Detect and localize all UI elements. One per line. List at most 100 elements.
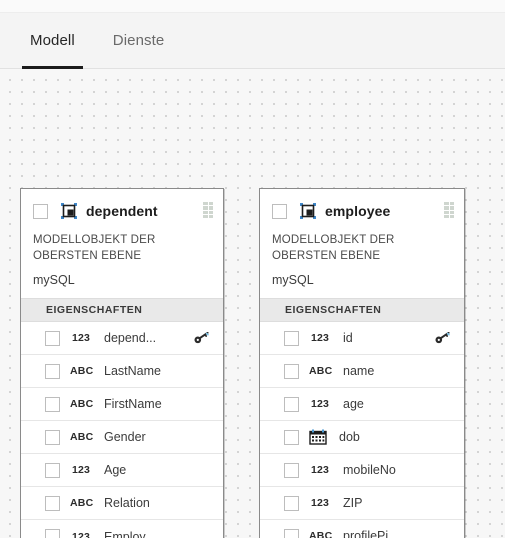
property-name: depend... — [104, 331, 157, 345]
card-drag-handle[interactable] — [444, 202, 454, 218]
model-object-icon — [61, 203, 77, 219]
primary-key-icon — [194, 332, 209, 344]
property-row[interactable]: ABC name — [260, 355, 464, 388]
entity-card-employee[interactable]: employee MODELLOBJEKT DER OBERSTEN EBENE m… — [259, 188, 465, 538]
property-list: 123 depend... ABC LastName ABC FirstName ABC Ge… — [21, 322, 223, 538]
window-top-strip — [0, 0, 505, 13]
drag-handle-dot — [208, 206, 213, 210]
property-row[interactable]: ABC FirstName — [21, 388, 223, 421]
property-name: FirstName — [104, 397, 162, 411]
property-list: 123 id ABC name 123 age dob 123 mobileNo 123 ZIP AB… — [260, 322, 464, 538]
drag-handle-dot — [444, 210, 449, 214]
card-title: employee — [325, 203, 391, 219]
property-row[interactable]: ABC Relation — [21, 487, 223, 520]
property-checkbox[interactable] — [45, 462, 60, 478]
property-name: Gender — [104, 430, 146, 444]
property-name: Employ... — [104, 529, 156, 539]
property-row[interactable]: 123 ZIP — [260, 487, 464, 520]
property-row[interactable]: 123 age — [260, 388, 464, 421]
model-canvas[interactable]: dependent MODELLOBJEKT DER OBERSTEN EBENE… — [0, 69, 505, 538]
property-name: id — [343, 331, 353, 345]
property-checkbox[interactable] — [284, 462, 299, 478]
property-name: mobileNo — [343, 463, 396, 477]
properties-section-header: EIGENSCHAFTEN — [21, 298, 223, 322]
property-name: dob — [339, 430, 360, 444]
text-type-icon: ABC — [70, 365, 94, 377]
property-name: name — [343, 364, 375, 378]
property-name: profilePi... — [343, 529, 399, 538]
card-title-row: employee — [272, 199, 452, 223]
drag-handle-dot — [449, 214, 454, 218]
card-header: employee MODELLOBJEKT DER OBERSTEN EBENE m… — [260, 189, 464, 298]
property-checkbox[interactable] — [284, 363, 299, 379]
property-name: Relation — [104, 496, 150, 510]
property-row[interactable]: 123 mobileNo — [260, 454, 464, 487]
property-checkbox[interactable] — [45, 429, 60, 445]
tab-dienste[interactable]: Dienste — [105, 13, 173, 69]
drag-handle-dot — [203, 202, 208, 206]
tab-bar: Modell Dienste — [0, 13, 505, 69]
property-checkbox[interactable] — [45, 529, 60, 538]
card-title-row: dependent — [33, 199, 211, 223]
property-row[interactable]: dob — [260, 421, 464, 454]
property-name: ZIP — [343, 496, 363, 510]
tab-modell-label: Modell — [30, 32, 75, 49]
property-checkbox[interactable] — [284, 528, 299, 538]
property-name: age — [343, 397, 364, 411]
property-checkbox[interactable] — [45, 495, 60, 511]
card-subtitle: MODELLOBJEKT DER OBERSTEN EBENE — [272, 234, 395, 262]
card-drag-handle[interactable] — [203, 202, 213, 218]
drag-handle-dot — [208, 210, 213, 214]
drag-handle-dot — [208, 214, 213, 218]
number-type-icon: 123 — [71, 464, 91, 476]
number-type-icon: 123 — [310, 497, 330, 509]
number-type-icon: 123 — [71, 332, 91, 344]
properties-section-header: EIGENSCHAFTEN — [260, 298, 464, 322]
property-checkbox[interactable] — [45, 396, 60, 412]
drag-handle-dot — [203, 206, 208, 210]
text-type-icon: ABC — [70, 497, 94, 509]
drag-handle-dot — [449, 210, 454, 214]
entity-card-dependent[interactable]: dependent MODELLOBJEKT DER OBERSTEN EBENE… — [20, 188, 224, 538]
drag-handle-dot — [203, 210, 208, 214]
card-subtitle: MODELLOBJEKT DER OBERSTEN EBENE — [33, 234, 156, 262]
card-checkbox[interactable] — [272, 203, 287, 219]
drag-handle-dot — [444, 202, 449, 206]
property-checkbox[interactable] — [284, 495, 299, 511]
card-title: dependent — [86, 203, 158, 219]
number-type-icon: 123 — [310, 464, 330, 476]
property-row[interactable]: ABC profilePi... — [260, 520, 464, 538]
primary-key-icon — [435, 332, 450, 344]
drag-handle-dot — [203, 214, 208, 218]
property-checkbox[interactable] — [45, 363, 60, 379]
property-row[interactable]: 123 depend... — [21, 322, 223, 355]
text-type-icon: ABC — [70, 431, 94, 443]
card-database-label: mySQL — [33, 273, 75, 287]
text-type-icon: ABC — [70, 398, 94, 410]
text-type-icon: ABC — [309, 365, 333, 377]
number-type-icon: 123 — [71, 530, 91, 539]
property-row[interactable]: 123 id — [260, 322, 464, 355]
drag-handle-dot — [208, 202, 213, 206]
property-row[interactable]: ABC LastName — [21, 355, 223, 388]
property-checkbox[interactable] — [284, 330, 299, 346]
text-type-icon: ABC — [309, 530, 333, 538]
card-header: dependent MODELLOBJEKT DER OBERSTEN EBENE… — [21, 189, 223, 298]
drag-handle-dot — [444, 206, 449, 210]
drag-handle-dot — [444, 214, 449, 218]
property-row[interactable]: 123 Employ... — [21, 520, 223, 538]
property-name: LastName — [104, 364, 161, 378]
card-database-label: mySQL — [272, 273, 314, 287]
number-type-icon: 123 — [310, 398, 330, 410]
property-checkbox[interactable] — [284, 396, 299, 412]
property-checkbox[interactable] — [284, 429, 299, 445]
property-checkbox[interactable] — [45, 330, 60, 346]
model-object-icon — [300, 203, 316, 219]
property-name: Age — [104, 463, 127, 477]
property-row[interactable]: ABC Gender — [21, 421, 223, 454]
calendar-type-icon — [309, 429, 327, 445]
tab-dienste-label: Dienste — [112, 32, 165, 49]
tab-modell[interactable]: Modell — [22, 13, 83, 69]
property-row[interactable]: 123 Age — [21, 454, 223, 487]
card-checkbox[interactable] — [33, 203, 48, 219]
